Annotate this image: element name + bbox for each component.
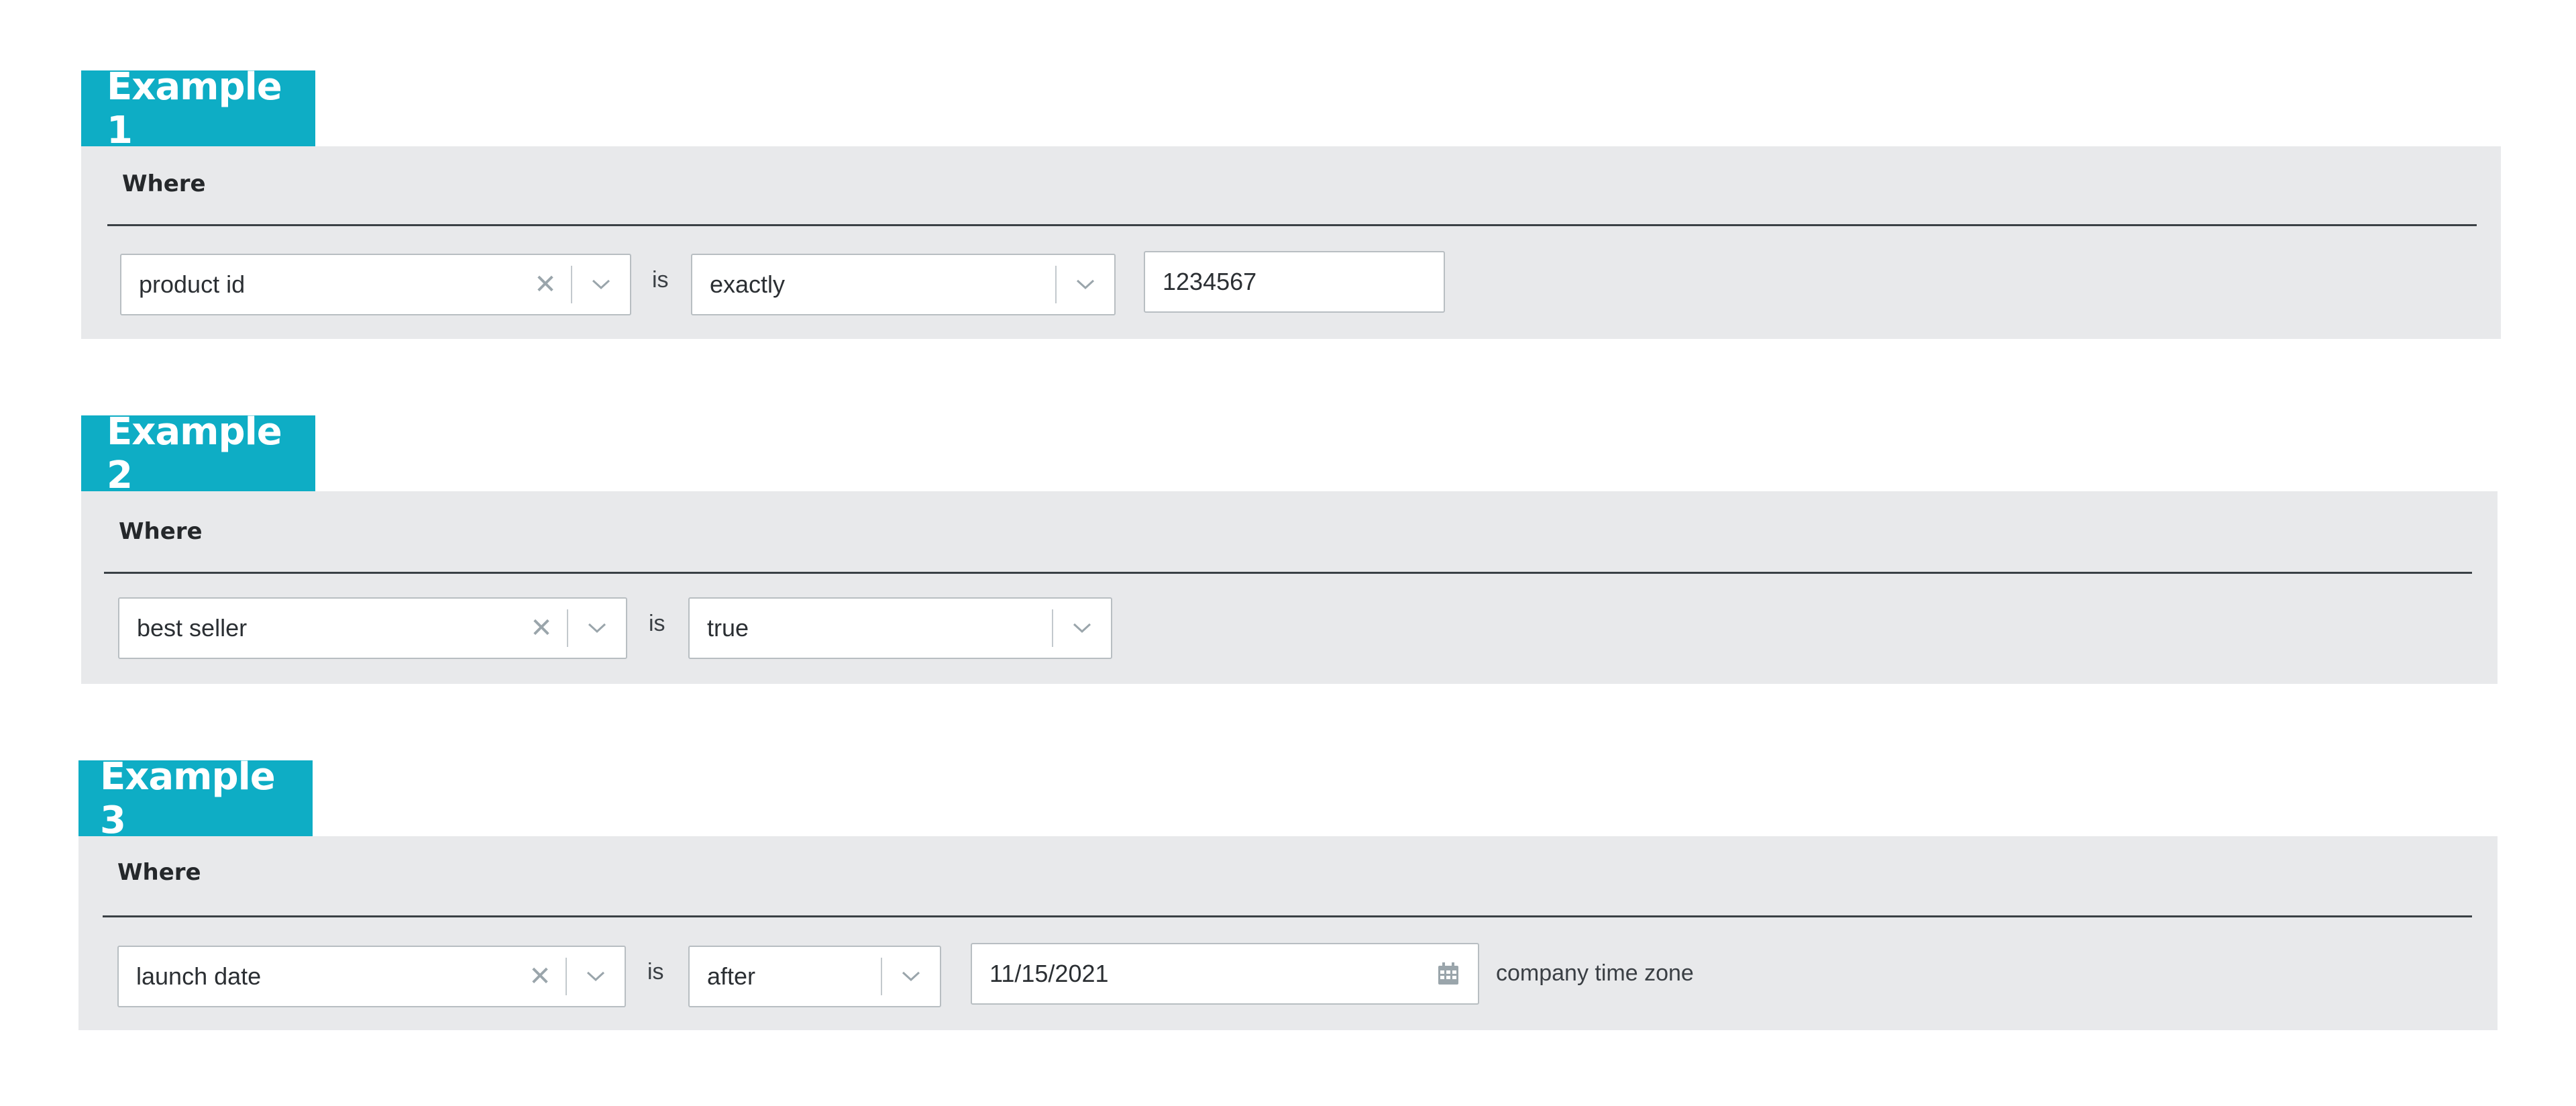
field-select-value: launch date bbox=[136, 962, 262, 990]
field-select-value: best seller bbox=[137, 614, 248, 642]
chevron-down-icon[interactable] bbox=[882, 958, 940, 995]
chevron-down-icon[interactable] bbox=[567, 958, 625, 995]
comparator-select[interactable]: after bbox=[688, 946, 941, 1007]
field-select[interactable]: best seller ✕ bbox=[118, 597, 627, 659]
example-1-title: Example 1 bbox=[81, 65, 315, 152]
comparator-select-value: true bbox=[707, 614, 749, 642]
field-select[interactable]: launch date ✕ bbox=[117, 946, 626, 1007]
value-input[interactable]: 1234567 bbox=[1144, 251, 1445, 313]
comparator-select[interactable]: true bbox=[688, 597, 1112, 659]
date-input-text: 11/15/2021 bbox=[989, 960, 1109, 987]
where-label: Where bbox=[119, 518, 203, 545]
close-icon[interactable]: ✕ bbox=[529, 268, 561, 301]
example-3-title: Example 3 bbox=[78, 755, 313, 842]
example-2-title: Example 2 bbox=[81, 410, 315, 497]
comparator-select[interactable]: exactly bbox=[691, 254, 1116, 315]
chevron-down-icon[interactable] bbox=[1057, 266, 1114, 303]
comparator-select-value: exactly bbox=[710, 270, 786, 298]
field-select[interactable]: product id ✕ bbox=[120, 254, 631, 315]
divider bbox=[107, 224, 2477, 226]
timezone-label: company time zone bbox=[1496, 960, 1694, 986]
close-icon[interactable]: ✕ bbox=[524, 960, 556, 993]
calendar-icon[interactable] bbox=[1435, 960, 1462, 987]
divider bbox=[104, 572, 2472, 574]
chevron-down-icon[interactable] bbox=[572, 266, 630, 303]
chevron-down-icon[interactable] bbox=[568, 609, 626, 647]
operator-label: is bbox=[649, 611, 665, 636]
operator-label: is bbox=[652, 267, 669, 293]
value-input-text: 1234567 bbox=[1163, 268, 1257, 295]
close-icon[interactable]: ✕ bbox=[525, 612, 557, 644]
chevron-down-icon[interactable] bbox=[1053, 609, 1111, 647]
divider bbox=[103, 915, 2472, 917]
where-label: Where bbox=[122, 170, 206, 197]
operator-label: is bbox=[647, 959, 664, 985]
date-input[interactable]: 11/15/2021 bbox=[971, 943, 1479, 1005]
field-select-value: product id bbox=[139, 270, 246, 298]
comparator-select-value: after bbox=[707, 962, 756, 990]
where-label: Where bbox=[117, 859, 201, 886]
